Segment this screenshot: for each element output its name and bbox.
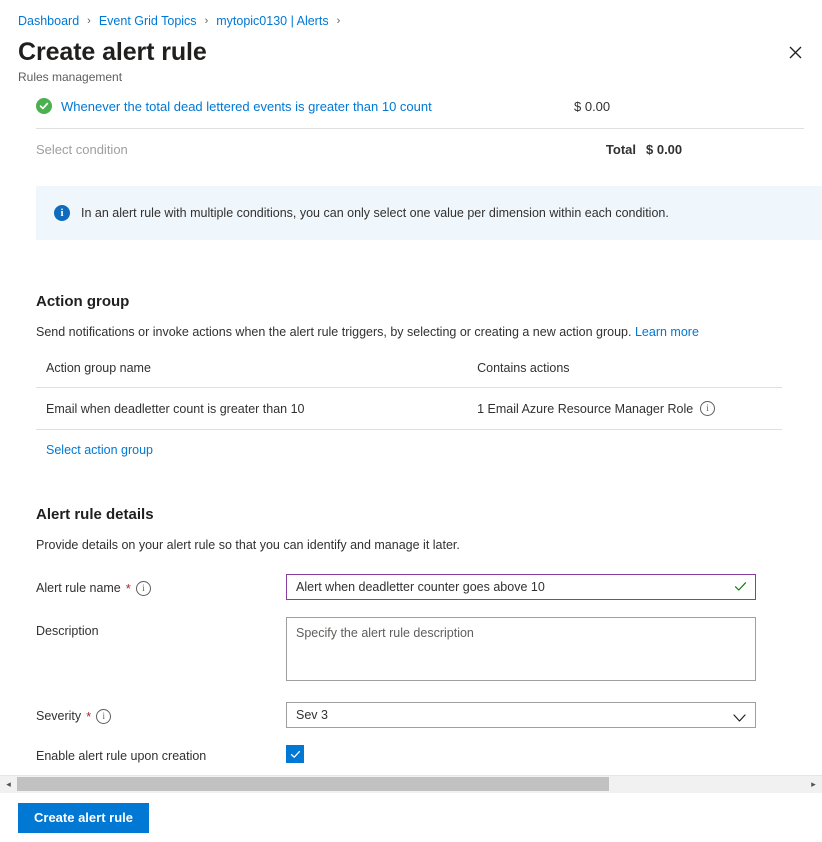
breadcrumb-item-mytopic-alerts[interactable]: mytopic0130 | Alerts: [216, 14, 328, 28]
info-tooltip-icon[interactable]: i: [700, 401, 715, 416]
horizontal-scrollbar[interactable]: ◂ ▸: [0, 775, 822, 793]
breadcrumb-item-event-grid-topics[interactable]: Event Grid Topics: [99, 14, 197, 28]
condition-total-row: Select condition Total $ 0.00: [0, 132, 822, 166]
action-group-heading: Action group: [36, 292, 792, 312]
label-severity: Severity * i: [36, 702, 286, 725]
severity-select[interactable]: Sev 3: [286, 702, 756, 728]
field-enable-alert-rule: [286, 742, 792, 765]
action-group-description: Send notifications or invoke actions whe…: [36, 324, 792, 341]
scroll-left-arrow-icon[interactable]: ◂: [0, 776, 17, 793]
select-condition-label[interactable]: Select condition: [36, 142, 574, 157]
description-textarea[interactable]: [286, 617, 756, 681]
page-title: Create alert rule: [18, 37, 822, 67]
check-circle-icon: [36, 98, 52, 114]
field-severity: Sev 3: [286, 702, 792, 728]
label-enable-alert-rule: Enable alert rule upon creation: [36, 742, 286, 765]
select-action-group-link[interactable]: Select action group: [46, 443, 153, 457]
condition-total-value: $ 0.00: [646, 142, 682, 157]
action-group-table: Action group name Contains actions Email…: [36, 361, 782, 430]
info-tooltip-icon[interactable]: i: [96, 709, 111, 724]
learn-more-link[interactable]: Learn more: [635, 325, 699, 339]
close-button[interactable]: [782, 41, 808, 67]
condition-price: $ 0.00: [574, 99, 804, 114]
cell-action-group-name: Email when deadletter count is greater t…: [36, 388, 467, 430]
breadcrumb-separator-icon: ›: [205, 15, 209, 27]
table-row[interactable]: Email when deadletter count is greater t…: [36, 388, 782, 430]
page-header: Create alert rule Rules management: [0, 31, 822, 85]
alert-rule-details-heading: Alert rule details: [36, 505, 792, 525]
action-group-section: Action group Send notifications or invok…: [0, 292, 822, 459]
required-indicator: *: [86, 710, 91, 723]
condition-label[interactable]: Whenever the total dead lettered events …: [61, 99, 574, 114]
close-icon: [789, 46, 802, 62]
info-icon: i: [54, 205, 70, 221]
label-description-text: Description: [36, 623, 99, 640]
condition-total-label: Total: [574, 142, 646, 157]
condition-row[interactable]: Whenever the total dead lettered events …: [0, 91, 822, 121]
cell-contains-actions: 1 Email Azure Resource Manager Role i: [467, 388, 782, 430]
contains-actions-text: 1 Email Azure Resource Manager Role: [477, 402, 693, 416]
field-alert-rule-name: [286, 574, 792, 600]
field-description: [286, 617, 792, 686]
form-row-description: Description: [36, 617, 792, 686]
condition-summary: Whenever the total dead lettered events …: [0, 91, 822, 166]
footer-bar: Create alert rule: [0, 793, 822, 842]
label-description: Description: [36, 617, 286, 640]
table-header-row: Action group name Contains actions: [36, 361, 782, 388]
enable-alert-rule-checkbox[interactable]: [286, 745, 304, 763]
alert-rule-details-section: Alert rule details Provide details on yo…: [0, 505, 822, 765]
scrollbar-thumb[interactable]: [17, 777, 609, 791]
scrollbar-track[interactable]: [17, 776, 805, 793]
label-enable-alert-rule-text: Enable alert rule upon creation: [36, 748, 206, 765]
required-indicator: *: [126, 582, 131, 595]
create-alert-rule-button[interactable]: Create alert rule: [18, 803, 149, 833]
column-header-contains-actions: Contains actions: [467, 361, 782, 388]
condition-divider: [36, 128, 804, 129]
form-row-enable-alert-rule: Enable alert rule upon creation: [36, 742, 792, 765]
column-header-action-group-name: Action group name: [36, 361, 467, 388]
alert-rule-details-description: Provide details on your alert rule so th…: [36, 537, 792, 554]
info-banner-text: In an alert rule with multiple condition…: [81, 205, 669, 222]
form-row-severity: Severity * i Sev 3: [36, 702, 792, 728]
page-subtitle: Rules management: [18, 69, 822, 85]
label-alert-rule-name-text: Alert rule name: [36, 580, 121, 597]
breadcrumb: Dashboard › Event Grid Topics › mytopic0…: [0, 0, 822, 31]
breadcrumb-separator-icon: ›: [87, 15, 91, 27]
action-group-description-text: Send notifications or invoke actions whe…: [36, 325, 631, 339]
label-severity-text: Severity: [36, 708, 81, 725]
breadcrumb-item-dashboard[interactable]: Dashboard: [18, 14, 79, 28]
condition-total: Total $ 0.00: [574, 142, 804, 157]
breadcrumb-separator-icon: ›: [337, 15, 341, 27]
info-banner: i In an alert rule with multiple conditi…: [36, 186, 822, 240]
label-alert-rule-name: Alert rule name * i: [36, 574, 286, 597]
form-row-alert-rule-name: Alert rule name * i: [36, 574, 792, 600]
alert-rule-name-input[interactable]: [286, 574, 756, 600]
scroll-right-arrow-icon[interactable]: ▸: [805, 776, 822, 793]
info-tooltip-icon[interactable]: i: [136, 581, 151, 596]
